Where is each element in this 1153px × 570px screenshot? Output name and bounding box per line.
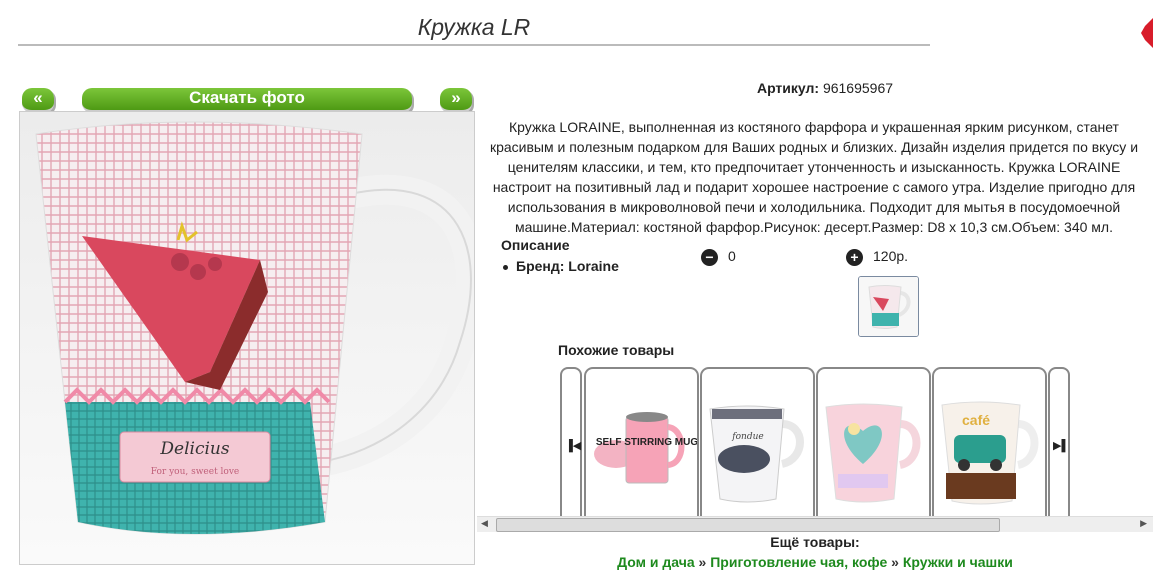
- article-value: 961695967: [822, 80, 894, 96]
- product-description: Кружка LORAINE, выполненная из костяного…: [489, 119, 1139, 235]
- product-photo[interactable]: Delicius For you, sweet love: [19, 111, 475, 565]
- svg-text:fondue: fondue: [731, 432, 763, 442]
- brand-item: Бренд: Loraine: [503, 258, 619, 274]
- scrollbar-thumb[interactable]: [496, 518, 1000, 532]
- svg-text:Delicius: Delicius: [159, 439, 229, 459]
- svg-text:café: café: [962, 412, 990, 428]
- scroll-left-icon[interactable]: ◀: [481, 518, 488, 529]
- breadcrumb: Дом и дача » Приготовление чая, кофе » К…: [617, 554, 1013, 570]
- quantity-value: 0: [728, 248, 736, 264]
- article-label: Артикул:: [756, 80, 820, 96]
- title-divider: [18, 44, 930, 46]
- similar-item-image: fondue: [709, 405, 804, 503]
- page-title: Кружка LR: [417, 14, 531, 40]
- quantity-control: −0: [701, 248, 736, 266]
- carousel-scrollbar[interactable]: ◀ ▶: [477, 516, 1153, 532]
- product-thumbnail[interactable]: [858, 276, 919, 337]
- similar-item-image: [825, 403, 921, 503]
- similar-item[interactable]: café: [932, 367, 1047, 519]
- breadcrumb-link[interactable]: Дом и дача: [617, 554, 695, 570]
- price-control: +120р.: [846, 248, 908, 266]
- more-products-title: Ещё товары:: [770, 534, 860, 550]
- prev-photo-button[interactable]: «: [22, 88, 54, 113]
- skip-forward-icon: ▶▌: [1053, 440, 1070, 452]
- next-photo-button[interactable]: »: [440, 88, 472, 113]
- similar-item[interactable]: fondue: [700, 367, 815, 519]
- similar-item-image: café: [941, 401, 1039, 505]
- mug-illustration: Delicius For you, sweet love: [35, 121, 474, 535]
- thumbnail-mug: [859, 277, 918, 336]
- svg-text:SELF STIRRING MUG: SELF STIRRING MUG: [596, 437, 697, 448]
- breadcrumb-link[interactable]: Приготовление чая, кофе: [710, 554, 887, 570]
- description-heading: Описание: [501, 237, 570, 253]
- plus-icon[interactable]: +: [846, 248, 863, 266]
- carousel-prev-button[interactable]: ▐◀: [560, 367, 582, 519]
- brand-label: Бренд: Loraine: [516, 258, 619, 274]
- breadcrumb-link[interactable]: Кружки и чашки: [903, 554, 1013, 570]
- similar-item-image: SELF STIRRING MUG: [594, 412, 697, 484]
- bullet-icon: [503, 264, 508, 270]
- side-tab-icon[interactable]: [1141, 18, 1153, 48]
- carousel-next-button[interactable]: ▶▌: [1048, 367, 1070, 519]
- price-value: 120р.: [873, 248, 909, 264]
- similar-item[interactable]: [816, 367, 931, 519]
- minus-icon[interactable]: −: [701, 248, 718, 266]
- similar-item[interactable]: SELF STIRRING MUG: [584, 367, 699, 519]
- download-photo-button[interactable]: Скачать фото: [82, 88, 412, 113]
- skip-back-icon: ▐◀: [565, 440, 582, 452]
- article-line: Артикул: 961695967: [510, 80, 1140, 96]
- scroll-right-icon[interactable]: ▶: [1140, 518, 1147, 529]
- svg-text:For you, sweet love: For you, sweet love: [151, 467, 240, 477]
- similar-title: Похожие товары: [558, 342, 675, 358]
